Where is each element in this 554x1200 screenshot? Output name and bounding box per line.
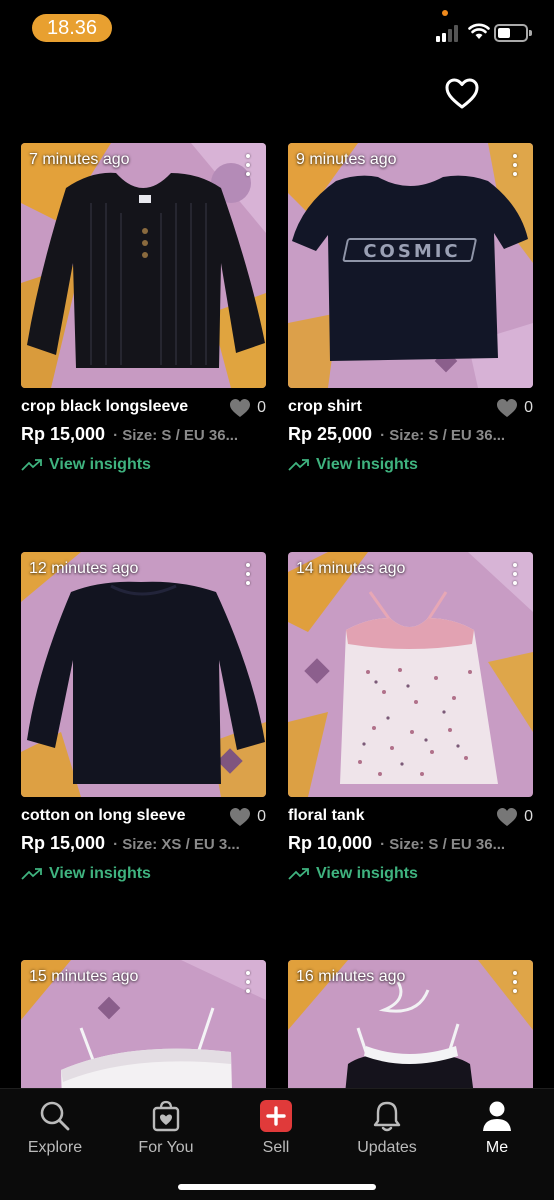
like-count: 0	[257, 808, 266, 825]
listing-price: Rp 10,000	[288, 833, 373, 853]
more-options-icon[interactable]	[513, 154, 519, 176]
nav-label: Me	[485, 1139, 509, 1156]
listing-image	[21, 143, 266, 388]
nav-sell[interactable]: Sell	[226, 1095, 326, 1157]
view-insights-label: View insights	[49, 456, 151, 473]
view-insights-link[interactable]: View insights	[21, 454, 266, 476]
home-indicator	[178, 1184, 376, 1190]
listing-price: Rp 15,000	[21, 833, 106, 853]
more-options-icon[interactable]	[246, 971, 252, 993]
trending-up-icon	[288, 459, 309, 471]
view-insights-link[interactable]: View insights	[288, 454, 533, 476]
nav-label: Sell	[262, 1139, 290, 1156]
listing-photo[interactable]: 12 minutes ago	[21, 552, 266, 797]
listing-photo[interactable]: 16 minutes ago	[288, 960, 533, 1088]
view-insights-link[interactable]: View insights	[21, 863, 266, 885]
listing-time-ago: 14 minutes ago	[296, 560, 406, 577]
like-button[interactable]: 0	[229, 398, 266, 418]
listing-card[interactable]: 14 minutes ago floral tank 0 Rp 10,000 ·…	[288, 552, 533, 885]
more-options-icon[interactable]	[246, 563, 252, 585]
nav-label: Explore	[27, 1139, 83, 1156]
listing-time-ago: 12 minutes ago	[29, 560, 139, 577]
heart-filled-icon	[497, 808, 518, 826]
listing-time-ago: 16 minutes ago	[296, 968, 406, 985]
listing-size: · Size: S / EU 36...	[380, 836, 506, 853]
more-options-icon[interactable]	[246, 154, 252, 176]
listing-image	[288, 552, 533, 797]
trending-up-icon	[21, 459, 42, 471]
view-insights-label: View insights	[316, 865, 418, 882]
heart-filled-icon	[497, 399, 518, 417]
more-options-icon[interactable]	[513, 563, 519, 585]
shirt-print-text: COSMIC	[363, 241, 460, 262]
listing-time-ago: 9 minutes ago	[296, 151, 397, 168]
nav-for-you[interactable]: For You	[116, 1095, 216, 1157]
listing-card[interactable]: COSMIC 9 minutes ago crop shirt 0 Rp 25,…	[288, 143, 533, 476]
trending-up-icon	[21, 868, 42, 880]
listing-size: · Size: S / EU 36...	[380, 427, 506, 444]
view-insights-label: View insights	[49, 865, 151, 882]
person-icon	[483, 1101, 511, 1131]
listing-card[interactable]: 7 minutes ago crop black longsleeve 0 Rp…	[21, 143, 266, 476]
shopping-bag-heart-icon	[152, 1100, 180, 1132]
like-count: 0	[257, 399, 266, 416]
nav-updates[interactable]: Updates	[337, 1095, 437, 1157]
listing-image	[21, 552, 266, 797]
listing-card[interactable]: 12 minutes ago cotton on long sleeve 0 R…	[21, 552, 266, 885]
nav-explore[interactable]: Explore	[5, 1095, 105, 1157]
listing-photo[interactable]: 7 minutes ago	[21, 143, 266, 388]
heart-filled-icon	[230, 399, 251, 417]
listing-card[interactable]: 16 minutes ago	[288, 960, 533, 1088]
like-count: 0	[524, 808, 533, 825]
listing-photo[interactable]: COSMIC 9 minutes ago	[288, 143, 533, 388]
plus-icon	[260, 1100, 292, 1132]
like-button[interactable]: 0	[496, 398, 533, 418]
nav-label: Updates	[357, 1139, 417, 1156]
listing-photo[interactable]: 14 minutes ago	[288, 552, 533, 797]
listing-price: Rp 15,000	[21, 424, 106, 444]
listings-grid: 7 minutes ago crop black longsleeve 0 Rp…	[0, 0, 554, 1088]
listing-image: COSMIC	[288, 143, 533, 388]
listing-time-ago: 15 minutes ago	[29, 968, 139, 985]
listing-time-ago: 7 minutes ago	[29, 151, 130, 168]
listing-price: Rp 25,000	[288, 424, 373, 444]
like-button[interactable]: 0	[496, 807, 533, 827]
like-button[interactable]: 0	[229, 807, 266, 827]
listing-photo[interactable]: 15 minutes ago	[21, 960, 266, 1088]
listing-size: · Size: XS / EU 3...	[113, 836, 240, 853]
search-icon	[40, 1101, 70, 1131]
nav-me[interactable]: Me	[447, 1095, 547, 1157]
view-insights-link[interactable]: View insights	[288, 863, 533, 885]
bell-icon	[373, 1101, 401, 1132]
more-options-icon[interactable]	[513, 971, 519, 993]
nav-label: For You	[138, 1139, 194, 1156]
listing-card[interactable]: 15 minutes ago	[21, 960, 266, 1088]
trending-up-icon	[288, 868, 309, 880]
like-count: 0	[524, 399, 533, 416]
view-insights-label: View insights	[316, 456, 418, 473]
listing-size: · Size: S / EU 36...	[113, 427, 239, 444]
heart-filled-icon	[230, 808, 251, 826]
